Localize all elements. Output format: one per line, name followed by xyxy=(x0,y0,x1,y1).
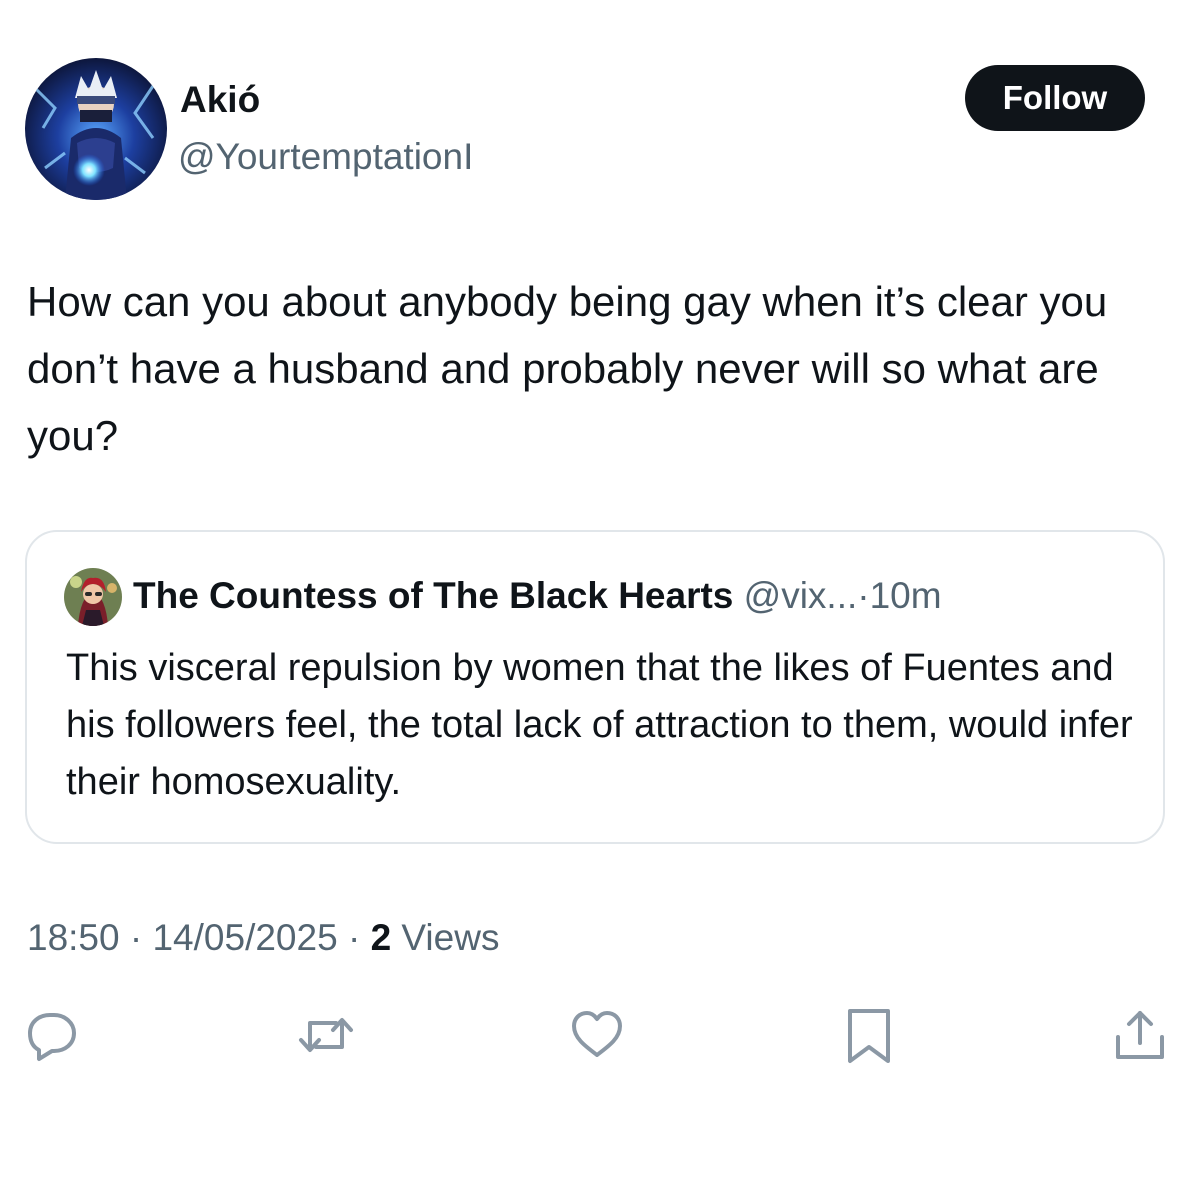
repost-button[interactable] xyxy=(296,1005,356,1065)
quoted-tweet-display-name[interactable]: The Countess of The Black Hearts xyxy=(133,575,733,616)
tweet-text: How can you about anybody being gay when… xyxy=(27,278,1108,459)
tweet-date[interactable]: 14/05/2025 xyxy=(152,917,337,958)
tweet-time[interactable]: 18:50 xyxy=(27,917,120,958)
quoted-tweet-card[interactable]: The Countess of The Black Hearts @vix...… xyxy=(25,530,1165,844)
illustrated-woman-avatar-icon xyxy=(64,568,122,626)
views-label[interactable]: Views xyxy=(401,917,499,958)
author-display-name[interactable]: Akió xyxy=(180,78,260,122)
quoted-tweet-header: The Countess of The Black Hearts @vix...… xyxy=(133,574,942,618)
bookmark-icon xyxy=(848,1009,890,1063)
quoted-tweet-time[interactable]: 10m xyxy=(870,575,942,616)
reply-icon xyxy=(28,1013,76,1061)
like-button[interactable] xyxy=(567,1005,627,1065)
quoted-tweet-separator: · xyxy=(857,575,870,616)
views-count[interactable]: 2 xyxy=(371,917,392,958)
quoted-tweet-avatar[interactable] xyxy=(64,568,122,626)
bookmark-button[interactable] xyxy=(839,1005,899,1065)
meta-separator: · xyxy=(347,917,361,958)
follow-button[interactable]: Follow xyxy=(965,65,1145,131)
reply-button[interactable] xyxy=(22,1005,82,1065)
heart-icon xyxy=(572,1011,622,1057)
share-icon xyxy=(1116,1011,1164,1059)
repost-icon xyxy=(299,1018,353,1052)
author-handle[interactable]: @YourtemptationI xyxy=(178,135,473,179)
meta-separator: · xyxy=(129,917,143,958)
partial-top-icon xyxy=(985,0,1035,6)
quoted-tweet-handle[interactable]: @vix... xyxy=(744,575,858,616)
tweet-meta: 18:50 · 14/05/2025 · 2 Views xyxy=(27,915,499,961)
anime-character-avatar-icon xyxy=(25,58,167,200)
share-button[interactable] xyxy=(1110,1005,1170,1065)
avatar[interactable] xyxy=(25,58,167,200)
quoted-tweet-text: This visceral repulsion by women that th… xyxy=(66,647,1133,803)
